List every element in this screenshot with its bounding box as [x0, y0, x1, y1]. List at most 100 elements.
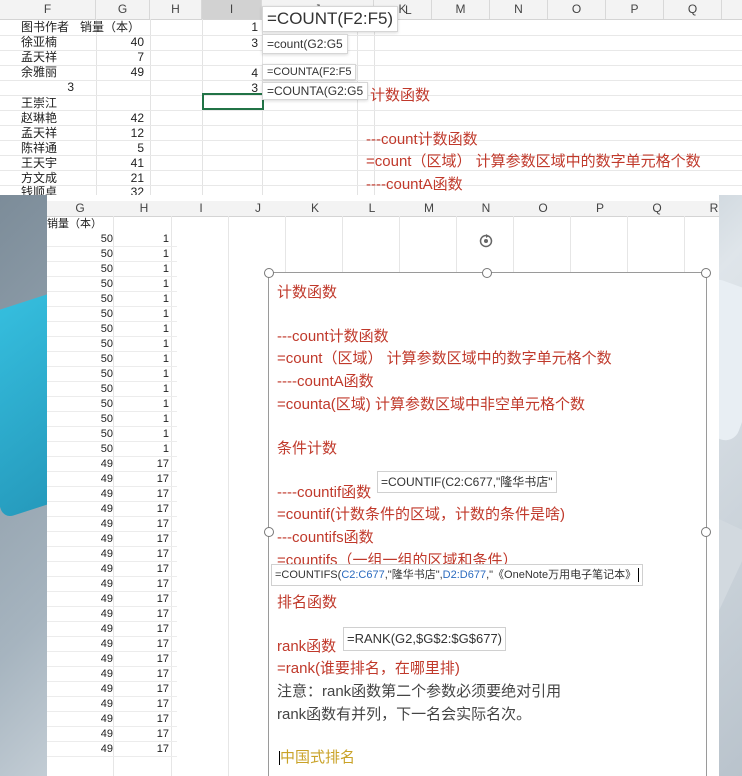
- cell-rank[interactable]: 17: [113, 562, 169, 577]
- cell-sales[interactable]: 49: [47, 637, 113, 652]
- cell-sales[interactable]: 50: [47, 292, 113, 307]
- text-box[interactable]: 计数函数 ---count计数函数 =count（区域） 计算参数区域中的数字单…: [264, 268, 711, 776]
- cell-rank[interactable]: 1: [113, 427, 169, 442]
- cell-rank[interactable]: 17: [113, 712, 169, 727]
- cell-author[interactable]: 孟天祥: [21, 126, 57, 141]
- cell-sales[interactable]: 49: [47, 622, 113, 637]
- column-header-G[interactable]: G: [67, 201, 93, 216]
- cell-sales[interactable]: 49: [47, 697, 113, 712]
- cell-sales[interactable]: 50: [47, 322, 113, 337]
- column-header-O[interactable]: O: [530, 201, 556, 216]
- cell-result[interactable]: 1: [202, 20, 258, 35]
- header-cell-sales[interactable]: 销量（本）: [80, 20, 140, 35]
- cell-sales[interactable]: 49: [47, 712, 113, 727]
- cell-sales[interactable]: 42: [96, 111, 144, 126]
- column-header-F[interactable]: F: [0, 0, 96, 19]
- cell-sales[interactable]: 49: [47, 472, 113, 487]
- cell-rank[interactable]: 17: [113, 637, 169, 652]
- cell-rank[interactable]: 17: [113, 502, 169, 517]
- cell-rank[interactable]: 17: [113, 547, 169, 562]
- cell-sales[interactable]: 12: [96, 126, 144, 141]
- cell-author[interactable]: 徐亚楠: [21, 35, 57, 50]
- cell-rank[interactable]: 17: [113, 607, 169, 622]
- cell-rank[interactable]: 17: [113, 532, 169, 547]
- cell-sales[interactable]: 49: [47, 652, 113, 667]
- cell-author[interactable]: 孟天祥: [21, 50, 57, 65]
- cell-sales[interactable]: 49: [47, 457, 113, 472]
- cell-sales[interactable]: 49: [47, 532, 113, 547]
- column-header-G[interactable]: G: [96, 0, 150, 19]
- resize-handle[interactable]: [482, 268, 492, 278]
- cell-sales[interactable]: 49: [47, 562, 113, 577]
- column-header-R[interactable]: R: [701, 201, 719, 216]
- cell-sales[interactable]: 50: [47, 337, 113, 352]
- cell-sales[interactable]: 50: [47, 382, 113, 397]
- cell-sales[interactable]: 50: [47, 262, 113, 277]
- resize-handle[interactable]: [264, 527, 274, 537]
- cell-rank[interactable]: 17: [113, 667, 169, 682]
- cell-rank[interactable]: 1: [113, 352, 169, 367]
- cell-sales[interactable]: 49: [47, 667, 113, 682]
- cell-sales[interactable]: 49: [47, 742, 113, 757]
- cell-sales[interactable]: 50: [47, 427, 113, 442]
- column-header-P[interactable]: P: [587, 201, 613, 216]
- cell-sales[interactable]: 49: [47, 547, 113, 562]
- cell-sales[interactable]: 50: [47, 412, 113, 427]
- cell-rank[interactable]: 17: [113, 742, 169, 757]
- selected-cell[interactable]: [202, 93, 264, 110]
- column-header-P[interactable]: P: [606, 0, 664, 19]
- cell-rank[interactable]: 1: [113, 277, 169, 292]
- cell-sales[interactable]: 49: [47, 517, 113, 532]
- cell-author[interactable]: 3: [20, 80, 74, 95]
- cell-rank[interactable]: 1: [113, 307, 169, 322]
- cell-rank[interactable]: 17: [113, 487, 169, 502]
- column-header-K[interactable]: K: [302, 201, 328, 216]
- cell-author[interactable]: 余雅丽: [21, 65, 57, 80]
- cell-rank[interactable]: 1: [113, 412, 169, 427]
- column-header-Q[interactable]: Q: [644, 201, 670, 216]
- cell-rank[interactable]: 1: [113, 382, 169, 397]
- cell-rank[interactable]: 1: [113, 292, 169, 307]
- cell-sales[interactable]: 49: [47, 607, 113, 622]
- column-header-M[interactable]: M: [416, 201, 442, 216]
- cell-result[interactable]: 4: [202, 66, 258, 81]
- column-header-J[interactable]: J: [245, 201, 271, 216]
- cell-sales[interactable]: 49: [47, 487, 113, 502]
- column-header-O[interactable]: O: [548, 0, 606, 19]
- cell-rank[interactable]: 1: [113, 442, 169, 457]
- cell-sales[interactable]: 50: [47, 232, 113, 247]
- cell-rank[interactable]: 1: [113, 247, 169, 262]
- cell-rank[interactable]: 1: [113, 337, 169, 352]
- cell-author[interactable]: 王崇江: [21, 96, 57, 111]
- cell-rank[interactable]: 1: [113, 322, 169, 337]
- cell-sales[interactable]: 49: [47, 682, 113, 697]
- cell-rank[interactable]: 17: [113, 472, 169, 487]
- column-header-H[interactable]: H: [150, 0, 202, 19]
- cell-sales[interactable]: 21: [96, 171, 144, 186]
- cell-author[interactable]: 方文成: [21, 171, 57, 186]
- cell-sales[interactable]: 50: [47, 367, 113, 382]
- cell-sales[interactable]: 41: [96, 156, 144, 171]
- cell-sales[interactable]: 49: [47, 577, 113, 592]
- column-header-I[interactable]: I: [188, 201, 214, 216]
- cell-author[interactable]: 钱顺卓: [21, 185, 57, 195]
- column-header-I[interactable]: I: [202, 0, 262, 19]
- cell-rank[interactable]: 17: [113, 727, 169, 742]
- column-header-H[interactable]: H: [131, 201, 157, 216]
- cell-rank[interactable]: 17: [113, 577, 169, 592]
- cell-rank[interactable]: 17: [113, 682, 169, 697]
- cell-rank[interactable]: 1: [113, 262, 169, 277]
- cell-sales[interactable]: 40: [96, 35, 144, 50]
- cell-author[interactable]: 王天宇: [21, 156, 57, 171]
- cell-sales[interactable]: 50: [47, 247, 113, 262]
- cell-sales[interactable]: 50: [47, 442, 113, 457]
- cell-sales[interactable]: 50: [47, 397, 113, 412]
- column-header-N[interactable]: N: [473, 201, 499, 216]
- resize-handle[interactable]: [701, 268, 711, 278]
- cell-rank[interactable]: 17: [113, 622, 169, 637]
- cell-sales[interactable]: 5: [96, 141, 144, 156]
- cell-rank[interactable]: 1: [113, 367, 169, 382]
- cell-sales[interactable]: 50: [47, 277, 113, 292]
- cell-sales[interactable]: 49: [47, 727, 113, 742]
- header-cell-author[interactable]: 图书作者: [21, 20, 69, 35]
